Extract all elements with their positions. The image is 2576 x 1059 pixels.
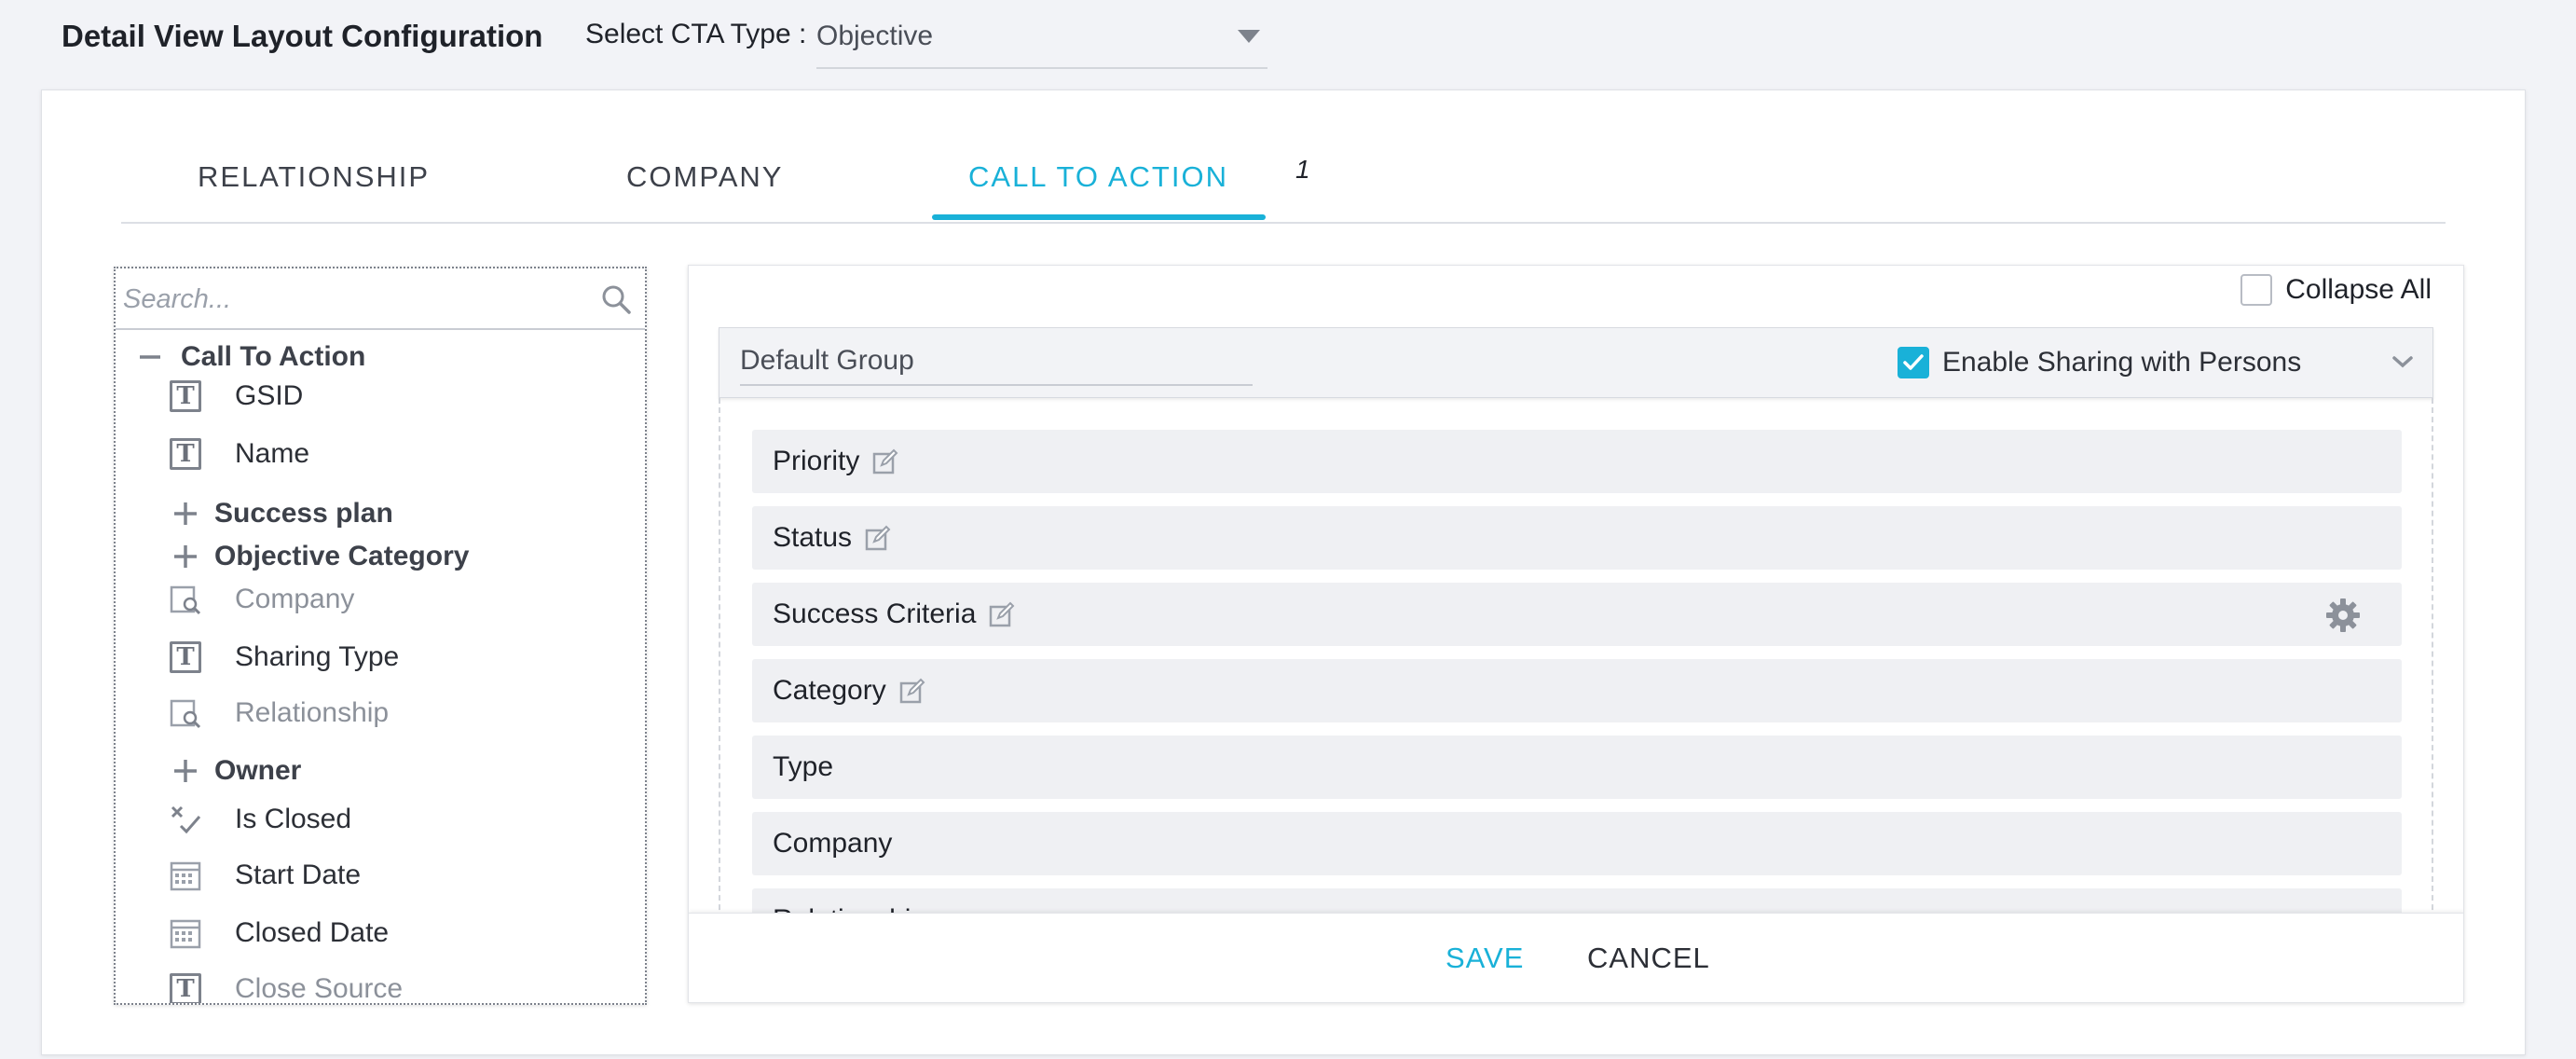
tree-field-is-closed[interactable]: Is Closed	[170, 796, 351, 843]
layout-field-success-criteria[interactable]: Success Criteria	[752, 583, 2402, 646]
tree-field-label: Close Source	[235, 973, 404, 1004]
group-name-input[interactable]: Default Group	[740, 339, 1253, 386]
chevron-down-icon[interactable]	[2391, 352, 2414, 371]
lookup-icon	[170, 584, 201, 615]
layout-field-label: Company	[773, 828, 893, 859]
collapse-all-checkbox[interactable]	[2240, 274, 2273, 306]
cta-type-value: Objective	[816, 21, 934, 51]
gear-icon[interactable]	[2325, 598, 2361, 633]
save-button[interactable]: SAVE	[1446, 942, 1524, 975]
page-title: Detail View Layout Configuration	[62, 19, 543, 53]
text-field-icon: T	[170, 380, 201, 412]
search-input[interactable]	[123, 276, 589, 323]
tree-group-label: Call To Action	[181, 341, 366, 372]
action-footer: SAVE CANCEL	[689, 913, 2463, 1002]
plus-icon[interactable]	[170, 755, 201, 787]
cta-type-select[interactable]: Objective	[816, 6, 1267, 69]
cta-type-label: Select CTA Type :	[585, 19, 807, 49]
layout-field-company[interactable]: Company	[752, 812, 2402, 875]
search-icon[interactable]	[600, 283, 632, 315]
tree-group-owner[interactable]: Owner	[170, 748, 301, 794]
tree-field-label: Closed Date	[235, 917, 390, 948]
tab-badge: 1	[1295, 155, 1310, 184]
layout-field-label: Priority	[773, 446, 860, 476]
layout-editor-panel: Collapse All Default Group Enable Sharin…	[688, 265, 2464, 1003]
calendar-icon	[170, 860, 201, 891]
tab-company[interactable]: COMPANY	[626, 160, 783, 194]
layout-field-label: Category	[773, 675, 886, 706]
tree-field-closed-date[interactable]: Closed Date	[170, 910, 389, 956]
plus-icon[interactable]	[170, 541, 201, 572]
checkmark-icon	[1903, 354, 1924, 370]
enable-sharing-label: Enable Sharing with Persons	[1942, 347, 2302, 378]
tab-bar: RELATIONSHIP COMPANY CALL TO ACTION 1	[121, 131, 2446, 224]
tree-field-close-source[interactable]: T Close Source	[170, 966, 404, 1004]
tree-field-label: Is Closed	[235, 804, 352, 834]
tree-field-name[interactable]: T Name	[170, 431, 309, 477]
text-field-icon: T	[170, 438, 201, 470]
cancel-button[interactable]: CANCEL	[1587, 942, 1710, 975]
layout-field-label: Status	[773, 522, 853, 553]
collapse-all-toggle[interactable]: Collapse All	[2240, 269, 2432, 310]
field-search	[116, 268, 645, 330]
layout-field-priority[interactable]: Priority	[752, 430, 2402, 493]
field-list-panel: Call To Action T GSID T Name Success pla…	[114, 267, 647, 1005]
tree-field-label: Sharing Type	[235, 641, 400, 672]
enable-sharing-toggle[interactable]: Enable Sharing with Persons	[1898, 347, 2301, 378]
tree-field-start-date[interactable]: Start Date	[170, 852, 361, 899]
edit-icon[interactable]	[899, 678, 925, 704]
tree-group-label: Success plan	[214, 498, 393, 529]
group-header: Default Group Enable Sharing with Person…	[719, 327, 2433, 398]
text-field-icon: T	[170, 641, 201, 673]
page-header: Detail View Layout Configuration Select …	[0, 0, 2576, 82]
layout-field-label: Success Criteria	[773, 598, 977, 629]
edit-icon[interactable]	[989, 601, 1015, 627]
lookup-icon	[170, 697, 201, 729]
tree-field-label: Relationship	[235, 697, 390, 728]
tree-field-label: Name	[235, 438, 310, 469]
calendar-icon	[170, 917, 201, 949]
tree-field-label: Company	[235, 584, 355, 614]
edit-icon[interactable]	[872, 448, 898, 474]
collapse-all-label: Collapse All	[2285, 274, 2432, 305]
tab-relationship[interactable]: RELATIONSHIP	[198, 160, 430, 194]
edit-icon[interactable]	[865, 525, 891, 551]
tree-field-relationship[interactable]: Relationship	[170, 690, 389, 736]
layout-field-label: Type	[773, 751, 834, 782]
tree-group-label: Objective Category	[214, 541, 470, 571]
tree-field-label: Start Date	[235, 860, 362, 890]
boolean-icon	[170, 804, 201, 835]
layout-field-status[interactable]: Status	[752, 506, 2402, 570]
tree-group-label: Owner	[214, 755, 302, 786]
tab-call-to-action[interactable]: CALL TO ACTION	[968, 160, 1228, 194]
tree-field-sharing-type[interactable]: T Sharing Type	[170, 634, 399, 681]
plus-icon[interactable]	[170, 498, 201, 530]
tree-field-company[interactable]: Company	[170, 576, 354, 623]
active-tab-indicator	[932, 214, 1266, 220]
enable-sharing-checkbox[interactable]	[1898, 347, 1929, 378]
text-field-icon: T	[170, 973, 201, 1003]
tree-group-objective-category[interactable]: Objective Category	[170, 533, 469, 580]
minus-icon[interactable]	[134, 341, 166, 373]
caret-down-icon	[1238, 30, 1260, 43]
layout-field-type[interactable]: Type	[752, 736, 2402, 799]
tree-group-success-plan[interactable]: Success plan	[170, 490, 393, 537]
layout-field-category[interactable]: Category	[752, 659, 2402, 722]
tree-field-gsid[interactable]: T GSID	[170, 373, 303, 419]
tree-field-label: GSID	[235, 380, 304, 411]
